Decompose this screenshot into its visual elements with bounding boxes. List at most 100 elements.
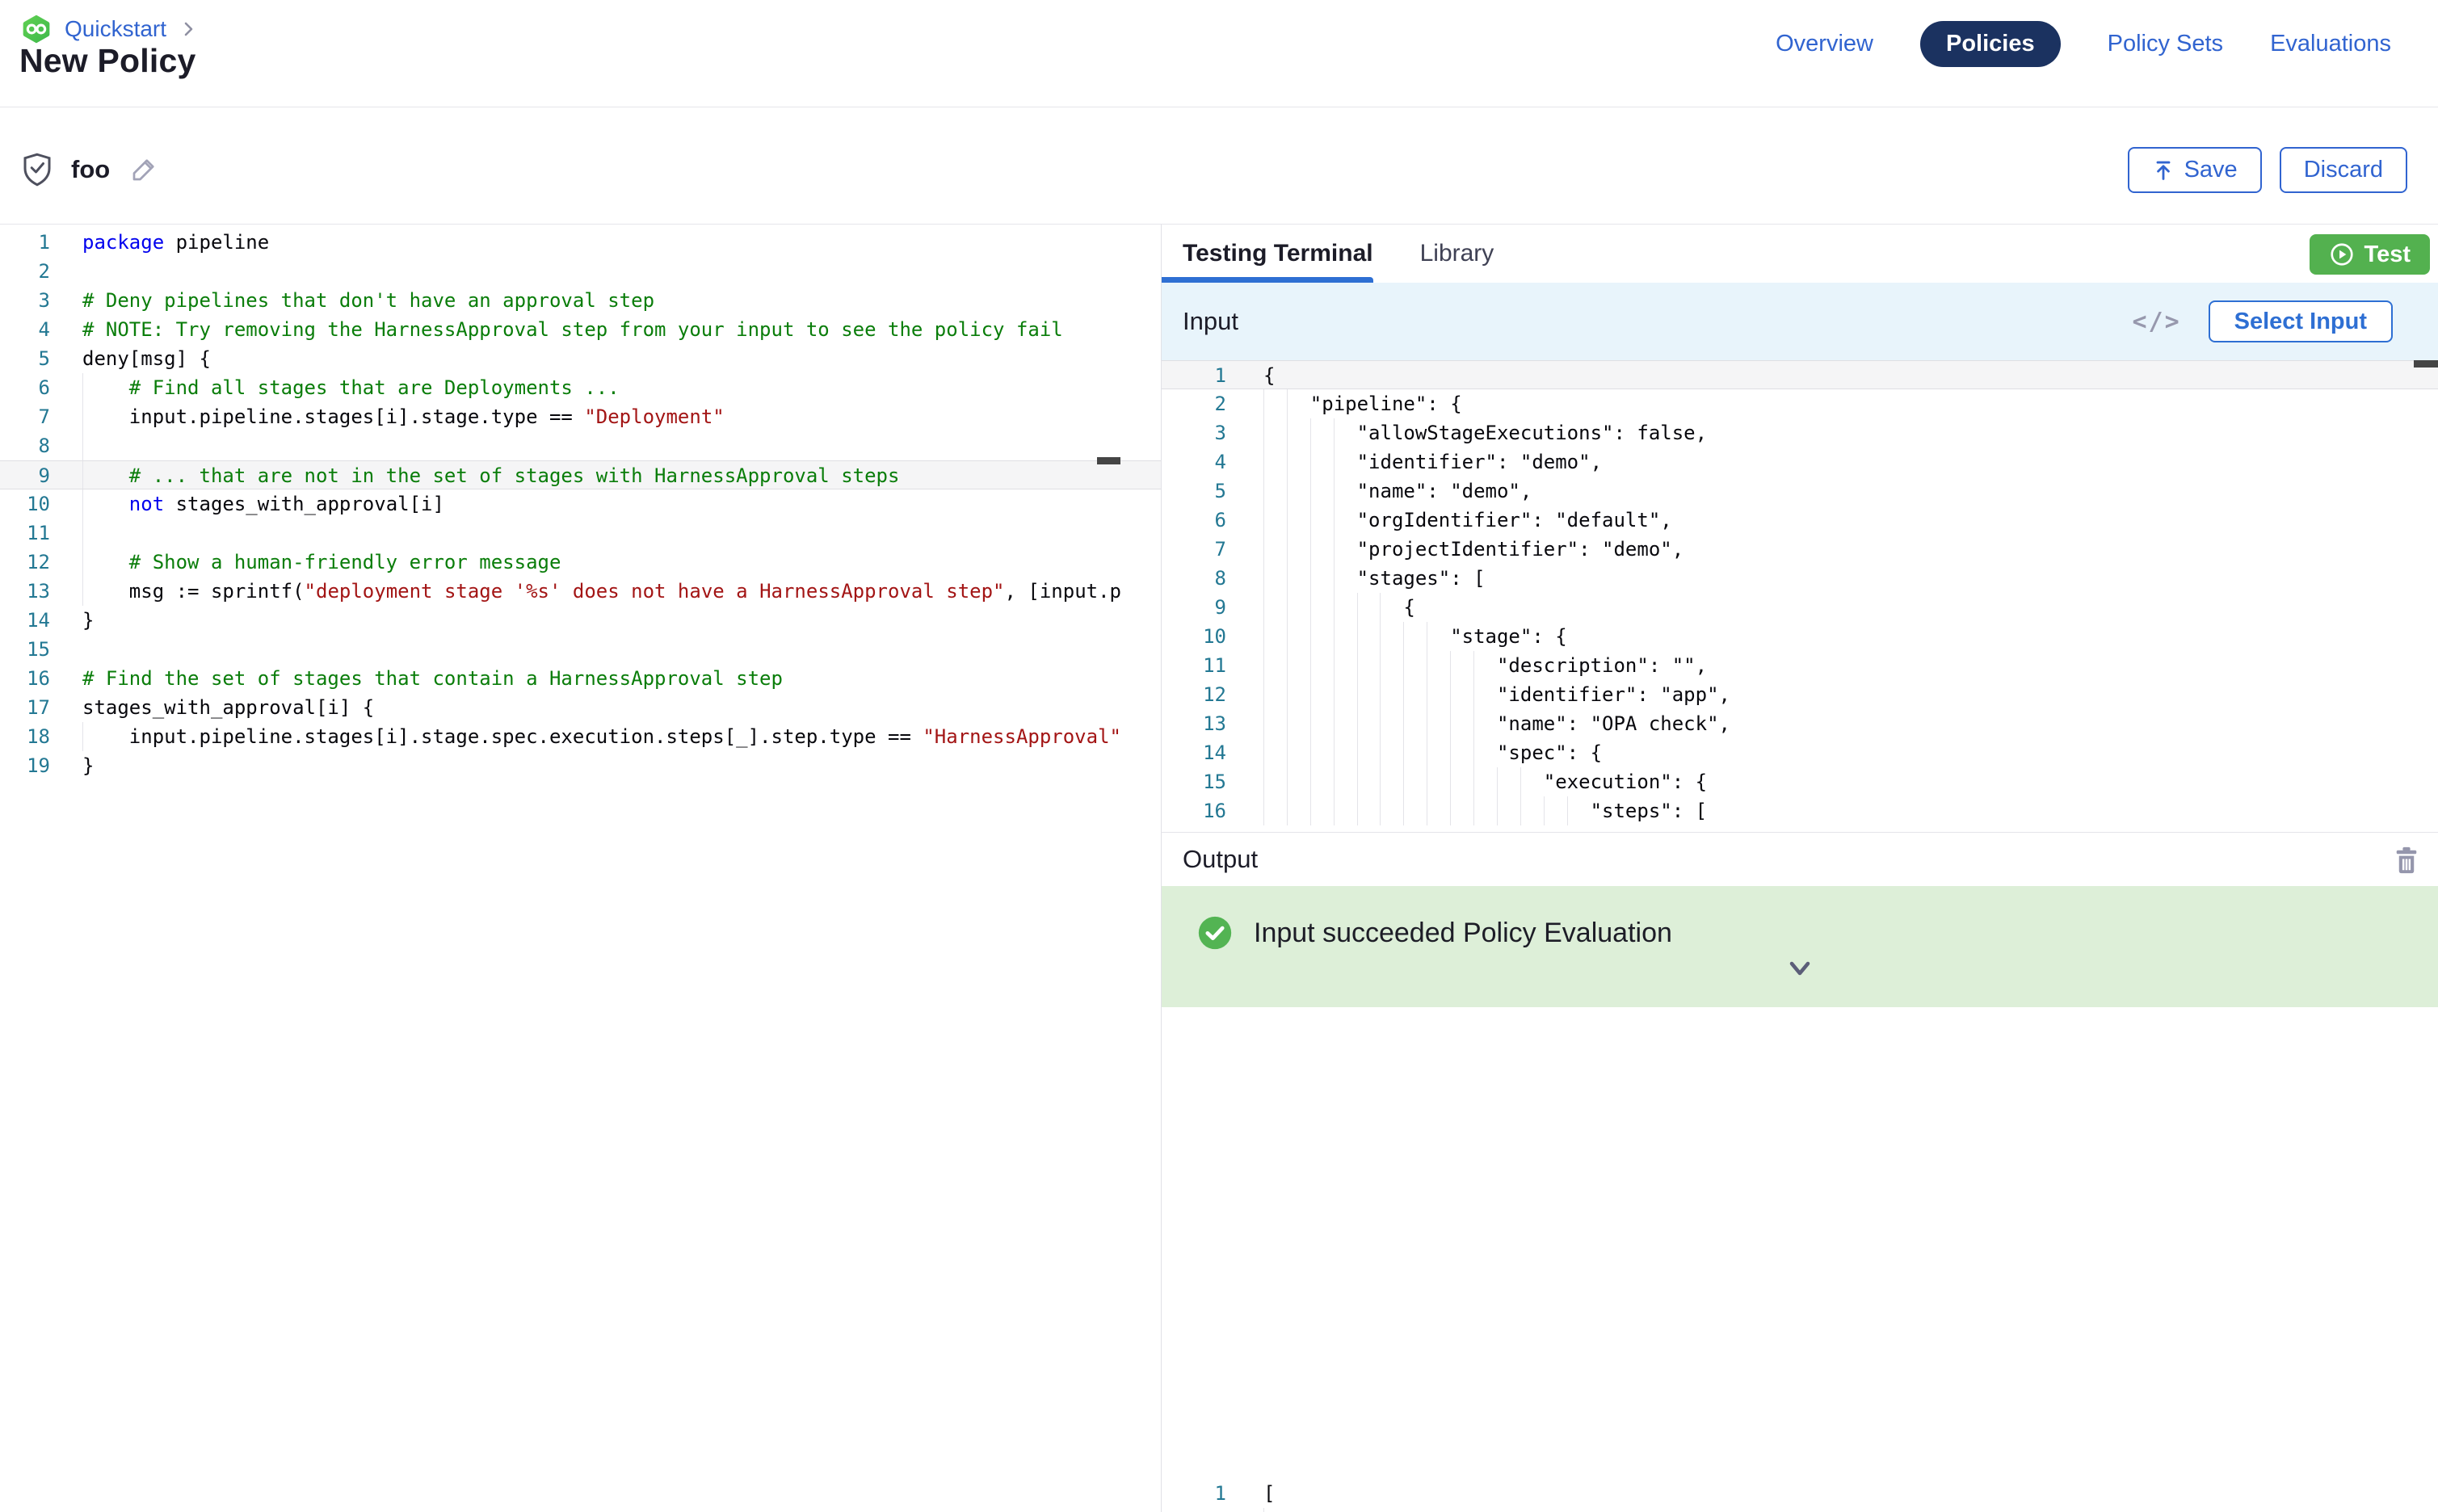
indent-guide <box>1287 418 1288 447</box>
line-number: 7 <box>1162 535 1226 564</box>
code-line-text: "execution": { <box>1226 767 2438 796</box>
indent-guide <box>1334 418 1335 447</box>
test-button[interactable]: Test <box>2310 234 2430 275</box>
output-section-label: Output <box>1183 845 1258 874</box>
code-line-text: "projectIdentifier": "demo", <box>1226 535 2438 564</box>
code-line[interactable]: 9 # ... that are not in the set of stage… <box>0 460 1161 489</box>
line-number: 2 <box>0 257 50 286</box>
code-line[interactable]: 3 "allowStageExecutions": false, <box>1162 418 2438 447</box>
indent-guide <box>1287 389 1288 418</box>
code-line[interactable]: 16# Find the set of stages that contain … <box>0 664 1161 693</box>
code-line[interactable]: 14 "spec": { <box>1162 738 2438 767</box>
code-line[interactable]: 1package pipeline <box>0 228 1161 257</box>
tab-library[interactable]: Library <box>1420 240 1494 267</box>
line-number: 5 <box>0 344 50 373</box>
code-line[interactable]: 16 "steps": [ <box>1162 796 2438 825</box>
code-line[interactable]: 1[ <box>1162 1479 2438 1508</box>
code-line[interactable]: 10 not stages_with_approval[i] <box>0 489 1161 519</box>
code-line-text: # NOTE: Try removing the HarnessApproval… <box>50 315 1161 344</box>
code-line[interactable]: 8 "stages": [ <box>1162 564 2438 593</box>
code-view-toggle-icon[interactable]: </> <box>2132 308 2180 336</box>
line-number: 14 <box>1162 738 1226 767</box>
code-line-text <box>50 519 1161 548</box>
code-line[interactable]: 4# NOTE: Try removing the HarnessApprova… <box>0 315 1161 344</box>
discard-button-label: Discard <box>2304 157 2383 183</box>
policy-code-editor[interactable]: 1package pipeline23# Deny pipelines that… <box>0 226 1161 780</box>
indent-guide <box>1380 767 1381 796</box>
code-line[interactable]: 3# Deny pipelines that don't have an app… <box>0 286 1161 315</box>
code-line-text: input.pipeline.stages[i].stage.spec.exec… <box>50 722 1161 751</box>
code-line-text: } <box>50 751 1161 780</box>
code-line-text: # Find all stages that are Deployments .… <box>50 373 1161 402</box>
code-line[interactable]: 5 "name": "demo", <box>1162 477 2438 506</box>
save-button[interactable]: Save <box>2128 147 2262 193</box>
line-number: 12 <box>1162 680 1226 709</box>
code-line-text: } <box>50 606 1161 635</box>
code-line[interactable]: 5deny[msg] { <box>0 344 1161 373</box>
code-line[interactable]: 11 "description": "", <box>1162 651 2438 680</box>
code-line[interactable]: 1{ <box>1162 360 2438 389</box>
testing-tabs-row: Testing Terminal Library Test <box>1162 225 2438 283</box>
code-line[interactable]: 10 "stage": { <box>1162 622 2438 651</box>
indent-guide <box>1263 447 1264 477</box>
breadcrumb-link-quickstart[interactable]: Quickstart <box>65 16 166 42</box>
code-line[interactable]: 8 <box>0 431 1161 460</box>
indent-guide <box>1334 738 1335 767</box>
banner-expand-chevron-icon[interactable] <box>1782 957 1818 981</box>
indent-guide <box>1520 796 1521 825</box>
output-editor[interactable]: 1[2 {3 "expressions": [4 {5 "value": {6 … <box>1162 1479 2438 1512</box>
code-line-text: deny[msg] { <box>50 344 1161 373</box>
code-line[interactable]: 13 "name": "OPA check", <box>1162 709 2438 738</box>
code-line[interactable]: 6 # Find all stages that are Deployments… <box>0 373 1161 402</box>
code-line[interactable]: 14} <box>0 606 1161 635</box>
test-button-label: Test <box>2364 242 2411 268</box>
code-line[interactable]: 19} <box>0 751 1161 780</box>
nav-tab-policy-sets[interactable]: Policy Sets <box>2108 31 2223 57</box>
line-number: 17 <box>0 693 50 722</box>
indent-guide <box>1403 622 1404 651</box>
code-line[interactable]: 2 { <box>1162 1508 2438 1512</box>
code-line[interactable]: 13 msg := sprintf("deployment stage '%s'… <box>0 577 1161 606</box>
nav-tab-overview[interactable]: Overview <box>1776 31 1873 57</box>
code-line[interactable]: 15 <box>0 635 1161 664</box>
overview-ruler-cursor-mark[interactable] <box>2414 360 2438 368</box>
code-line-text: "identifier": "demo", <box>1226 447 2438 477</box>
code-line[interactable]: 15 "execution": { <box>1162 767 2438 796</box>
nav-tab-evaluations[interactable]: Evaluations <box>2270 31 2391 57</box>
edit-name-icon[interactable] <box>129 155 158 184</box>
indent-guide <box>1310 767 1311 796</box>
code-line[interactable]: 7 input.pipeline.stages[i].stage.type ==… <box>0 402 1161 431</box>
code-line[interactable]: 6 "orgIdentifier": "default", <box>1162 506 2438 535</box>
indent-guide <box>1310 418 1311 447</box>
code-line[interactable]: 9 { <box>1162 593 2438 622</box>
success-check-icon <box>1197 915 1233 951</box>
code-line[interactable]: 12 "identifier": "app", <box>1162 680 2438 709</box>
code-line[interactable]: 7 "projectIdentifier": "demo", <box>1162 535 2438 564</box>
code-line[interactable]: 2 <box>0 257 1161 286</box>
upload-icon <box>2152 159 2175 182</box>
code-line[interactable]: 12 # Show a human-friendly error message <box>0 548 1161 577</box>
indent-guide <box>1520 767 1521 796</box>
indent-guide <box>1380 651 1381 680</box>
clear-output-trash-icon[interactable] <box>2391 844 2422 876</box>
line-number: 8 <box>1162 564 1226 593</box>
testing-panel: Testing Terminal Library Test Input </> … <box>1162 225 2438 1512</box>
input-editor[interactable]: 1{2 "pipeline": {3 "allowStageExecutions… <box>1162 360 2438 832</box>
discard-button[interactable]: Discard <box>2280 147 2407 193</box>
indent-guide <box>1334 593 1335 622</box>
code-line[interactable]: 18 input.pipeline.stages[i].stage.spec.e… <box>0 722 1161 751</box>
code-line[interactable]: 2 "pipeline": { <box>1162 389 2438 418</box>
nav-tab-policies[interactable]: Policies <box>1920 21 2061 67</box>
line-number: 1 <box>0 228 50 257</box>
indent-guide <box>1287 738 1288 767</box>
tab-testing-terminal[interactable]: Testing Terminal <box>1183 240 1373 267</box>
indent-guide <box>1310 593 1311 622</box>
breadcrumb-chevron-icon <box>179 20 197 38</box>
indent-guide <box>1310 738 1311 767</box>
overview-ruler-cursor-mark[interactable] <box>1097 457 1120 464</box>
code-line[interactable]: 11 <box>0 519 1161 548</box>
code-line[interactable]: 17stages_with_approval[i] { <box>0 693 1161 722</box>
select-input-button[interactable]: Select Input <box>2209 300 2393 342</box>
indent-guide <box>1310 622 1311 651</box>
code-line[interactable]: 4 "identifier": "demo", <box>1162 447 2438 477</box>
